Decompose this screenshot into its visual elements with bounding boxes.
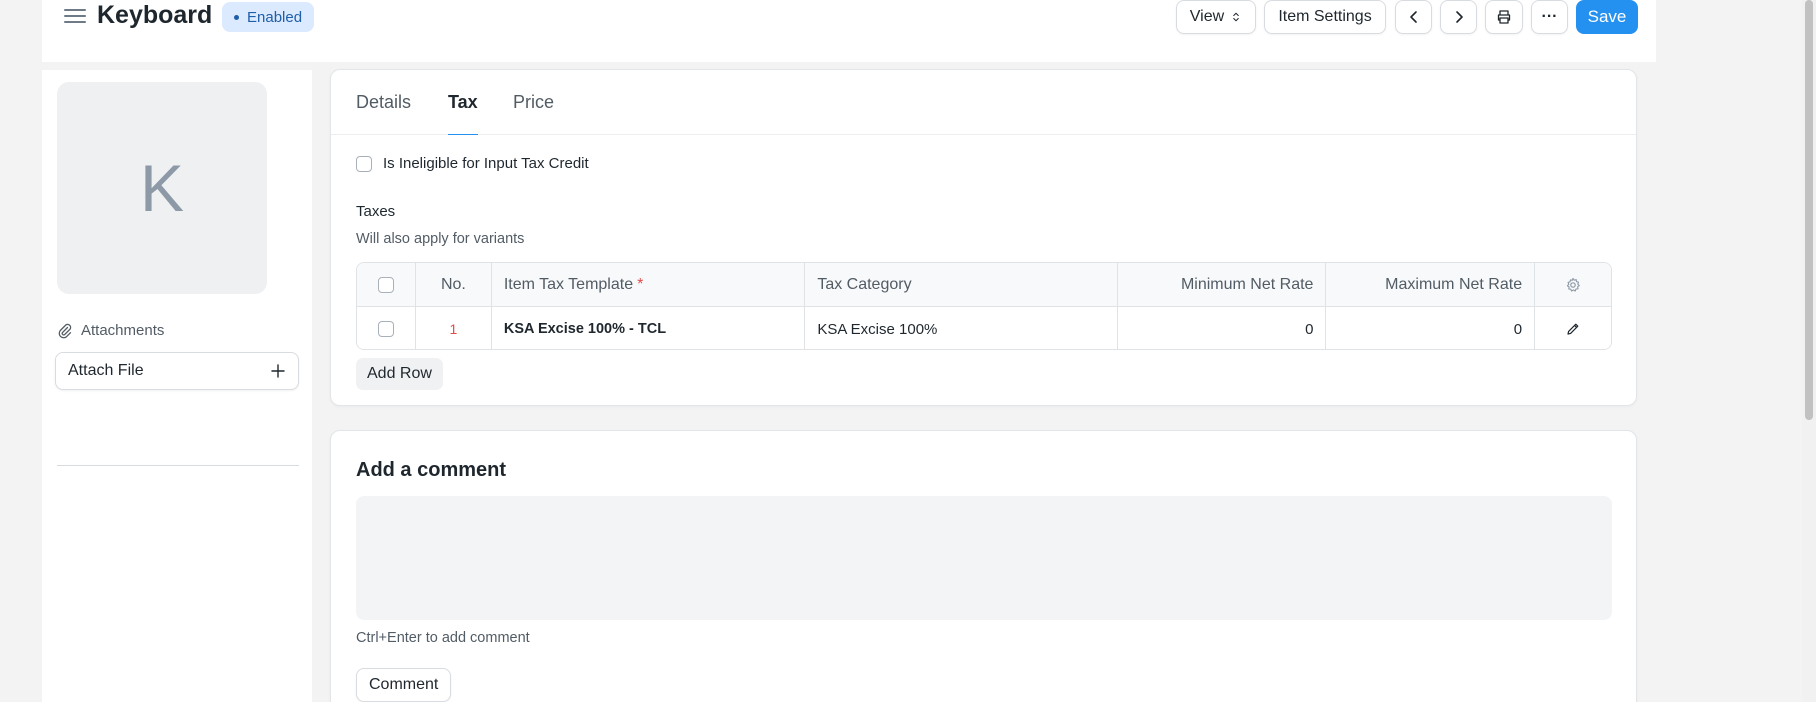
- gear-icon[interactable]: [1565, 277, 1581, 293]
- column-header-no: No.: [416, 263, 492, 306]
- select-all-cell: [357, 263, 416, 306]
- page-title: Keyboard: [97, 1, 213, 29]
- sidebar-divider: [57, 465, 299, 466]
- comment-input[interactable]: [356, 496, 1612, 620]
- tab-tax[interactable]: Tax: [448, 92, 478, 135]
- itc-field: Is Ineligible for Input Tax Credit: [356, 155, 589, 172]
- page-scrollbar[interactable]: [1802, 0, 1816, 702]
- more-options-button[interactable]: ···: [1531, 0, 1568, 34]
- tab-price[interactable]: Price: [513, 92, 554, 135]
- item-tax-template-cell[interactable]: KSA Excise 100% - TCL: [492, 307, 806, 349]
- chevron-right-icon: [1455, 11, 1463, 23]
- add-row-button[interactable]: Add Row: [356, 358, 443, 390]
- column-header-item-tax-template-label: Item Tax Template: [503, 275, 634, 293]
- column-settings-cell: [1535, 263, 1611, 306]
- scrollbar-thumb[interactable]: [1805, 0, 1813, 420]
- item-image-placeholder[interactable]: K: [57, 82, 267, 294]
- itc-checkbox[interactable]: [356, 155, 372, 172]
- status-badge: Enabled: [222, 2, 315, 32]
- row-number-cell: 1: [416, 307, 492, 349]
- minimum-net-rate-cell[interactable]: 0: [1118, 307, 1327, 349]
- attach-file-button[interactable]: Attach File: [55, 352, 299, 390]
- taxes-table: No. Item Tax Template * Tax Category Min…: [356, 262, 1612, 350]
- save-button[interactable]: Save: [1576, 0, 1638, 34]
- form-tabs: Details Tax Price: [331, 70, 1636, 135]
- tax-category-cell[interactable]: KSA Excise 100%: [805, 307, 1118, 349]
- attach-file-label: Attach File: [68, 362, 144, 379]
- view-button[interactable]: View: [1176, 0, 1256, 34]
- minimum-net-rate-value: 0: [1305, 320, 1314, 338]
- status-dot: [234, 14, 239, 20]
- chevron-left-icon: [1409, 11, 1417, 23]
- select-all-checkbox[interactable]: [377, 276, 394, 293]
- itc-label: Is Ineligible for Input Tax Credit: [383, 155, 589, 172]
- page-header: Keyboard Enabled View Item Settings ··· …: [42, 0, 1656, 62]
- attachments-label: Attachments: [81, 322, 165, 339]
- sidebar: K Attachments Attach File: [42, 70, 312, 702]
- pencil-icon[interactable]: [1565, 321, 1581, 337]
- item-tax-template-value: KSA Excise 100% - TCL: [503, 321, 667, 337]
- column-header-minimum-net-rate: Minimum Net Rate: [1118, 263, 1327, 306]
- column-header-item-tax-template: Item Tax Template *: [492, 263, 806, 306]
- attachments-heading: Attachments: [57, 322, 164, 339]
- sort-icon: [1233, 12, 1239, 22]
- view-button-label: View: [1189, 8, 1225, 25]
- status-badge-label: Enabled: [247, 8, 303, 26]
- row-number: 1: [449, 321, 458, 337]
- row-edit-cell: [1535, 307, 1611, 349]
- comment-hint: Ctrl+Enter to add comment: [356, 630, 530, 646]
- paperclip-icon: [58, 323, 72, 338]
- previous-button[interactable]: [1395, 0, 1432, 34]
- table-header-row: No. Item Tax Template * Tax Category Min…: [357, 263, 1611, 307]
- row-checkbox[interactable]: [377, 321, 394, 337]
- maximum-net-rate-value: 0: [1513, 320, 1523, 338]
- next-button[interactable]: [1440, 0, 1477, 34]
- table-row[interactable]: 1 KSA Excise 100% - TCL KSA Excise 100% …: [357, 307, 1611, 349]
- column-header-maximum-net-rate: Maximum Net Rate: [1326, 263, 1536, 306]
- comment-card: Add a comment Ctrl+Enter to add comment …: [330, 430, 1637, 702]
- maximum-net-rate-cell[interactable]: 0: [1326, 307, 1536, 349]
- tax-card: Details Tax Price Is Ineligible for Inpu…: [330, 69, 1637, 406]
- print-button[interactable]: [1485, 0, 1523, 34]
- hamburger-icon[interactable]: [64, 6, 86, 26]
- required-indicator: *: [637, 275, 644, 293]
- printer-icon: [1497, 10, 1511, 24]
- comment-heading: Add a comment: [356, 459, 507, 481]
- tax-category-value: KSA Excise 100%: [817, 320, 938, 338]
- taxes-label: Taxes: [356, 203, 396, 220]
- column-header-tax-category: Tax Category: [805, 263, 1118, 306]
- plus-icon: [271, 364, 285, 378]
- tab-details[interactable]: Details: [356, 92, 411, 135]
- taxes-description: Will also apply for variants: [356, 231, 525, 247]
- item-settings-button[interactable]: Item Settings: [1264, 0, 1386, 34]
- row-select-cell: [357, 307, 416, 349]
- comment-button[interactable]: Comment: [356, 668, 452, 702]
